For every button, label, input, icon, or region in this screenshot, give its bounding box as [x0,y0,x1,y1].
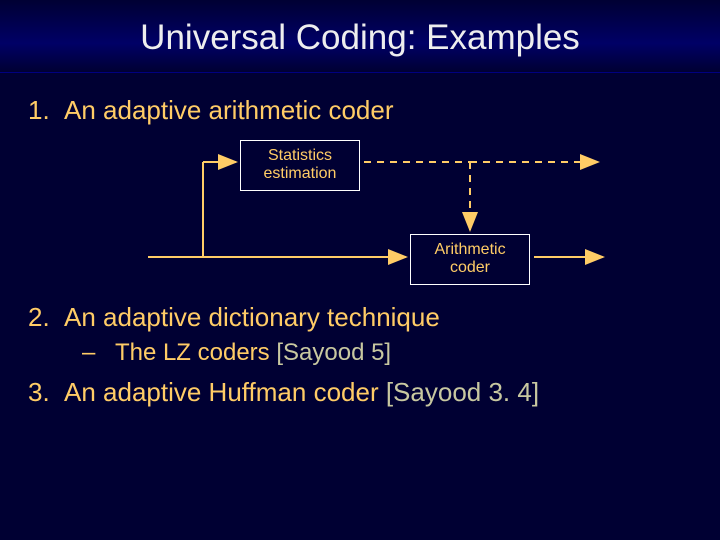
box-label: Arithmetic [421,241,519,259]
sub-text: The LZ coders [115,339,276,366]
item-text: An adaptive Huffman coder [64,377,386,407]
title-bar: Universal Coding: Examples [0,0,720,73]
sub-item-lz: – The LZ coders [Sayood 5] [82,339,692,367]
reference: [Sayood 5] [276,339,391,366]
sub-dash: – [82,339,95,366]
box-label: coder [421,259,519,277]
list-number: 3. [28,377,64,408]
list-number: 1. [28,95,64,126]
box-label: estimation [251,165,349,183]
list-number: 2. [28,302,64,333]
diagram-arrows [28,132,692,292]
reference: [Sayood 3. 4] [386,377,539,407]
list-item-3: 3. An adaptive Huffman coder [Sayood 3. … [28,377,692,408]
box-label: Statistics [251,147,349,165]
list-text: An adaptive Huffman coder [Sayood 3. 4] [64,377,692,408]
diagram-adaptive-arithmetic: Statistics estimation Arithmetic coder [28,132,692,292]
list-text: An adaptive dictionary technique [64,302,692,333]
list-text: An adaptive arithmetic coder [64,95,692,126]
box-statistics-estimation: Statistics estimation [240,140,360,191]
slide-content: 1. An adaptive arithmetic coder [0,73,720,408]
slide-title: Universal Coding: Examples [0,18,720,58]
list-item-2: 2. An adaptive dictionary technique [28,302,692,333]
box-arithmetic-coder: Arithmetic coder [410,234,530,285]
list-item-1: 1. An adaptive arithmetic coder [28,95,692,126]
